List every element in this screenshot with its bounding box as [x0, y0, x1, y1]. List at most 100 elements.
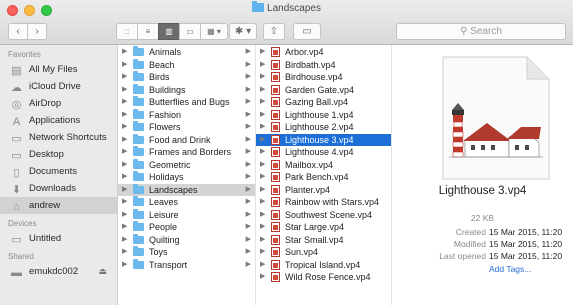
file-icon — [271, 122, 280, 132]
disclosure-arrow-icon: ▶ — [260, 260, 266, 268]
folder-icon — [133, 158, 144, 169]
file-row[interactable]: ▶ Garden Gate.vp4 — [256, 84, 391, 97]
file-row[interactable]: ▶ Lighthouse 3.vp4 — [256, 133, 391, 146]
file-icon — [271, 147, 280, 157]
file-row[interactable]: ▶ Wild Rose Fence.vp4 — [256, 271, 391, 284]
sidebar-item-applications[interactable]: A Applications — [0, 112, 117, 129]
file-icon — [271, 272, 280, 282]
folder-row[interactable]: ▶ Quilting ▶ — [118, 233, 255, 247]
favorites-list: ▤ All My Files ☁ iCloud Drive ◎ AirDrop A Appli… — [0, 61, 117, 214]
arrange-button[interactable]: ▦ ▾ — [200, 23, 228, 40]
sidebar-item-downloads[interactable]: ⬇ Downloads — [0, 180, 117, 197]
disclosure-arrow-icon: ▶ — [260, 160, 266, 168]
file-name: Sun.vp4 — [285, 247, 319, 257]
sidebar-item-icloud-drive[interactable]: ☁ iCloud Drive — [0, 78, 117, 95]
folder-row[interactable]: ▶ Geometric ▶ — [118, 158, 255, 172]
file-row[interactable]: ▶ Lighthouse 4.vp4 — [256, 146, 391, 159]
disk-icon: ▭ — [11, 234, 22, 246]
folder-name: Leisure — [149, 209, 179, 220]
devices-heading: Devices — [8, 219, 37, 228]
search-input[interactable]: ⚲ Search — [396, 23, 566, 40]
sidebar-item-desktop[interactable]: ▭ Desktop — [0, 146, 117, 163]
disclosure-arrow-icon: ▶ — [260, 60, 266, 68]
file-row[interactable]: ▶ Rainbow with Stars.vp4 — [256, 196, 391, 209]
expand-arrow-icon: ▶ — [245, 110, 251, 118]
file-row[interactable]: ▶ Park Bench.vp4 — [256, 171, 391, 184]
column-view-button[interactable]: ▥ — [158, 23, 180, 40]
folder-row[interactable]: ▶ Holidays ▶ — [118, 171, 255, 184]
expand-arrow-icon: ▶ — [245, 98, 251, 105]
sidebar-item-airdrop[interactable]: ◎ AirDrop — [0, 95, 117, 112]
folder-row[interactable]: ▶ Frames and Borders ▶ — [118, 146, 255, 159]
folder-name: Fashion — [149, 109, 182, 120]
folder-row[interactable]: ▶ Leaves ▶ — [118, 196, 255, 209]
expand-arrow-icon: ▶ — [245, 260, 251, 268]
disclosure-arrow-icon: ▶ — [260, 48, 266, 55]
cover-flow-view-button[interactable]: ▭ — [179, 23, 201, 40]
sidebar-item-untitled[interactable]: ▭ Untitled — [0, 230, 117, 247]
sidebar: Favorites ▤ All My Files ☁ iCloud Drive ◎ Air… — [0, 45, 118, 305]
meta-key: Modified — [453, 239, 486, 249]
file-icon — [271, 197, 280, 207]
file-name: Birdhouse.vp4 — [285, 72, 343, 82]
folder-row[interactable]: ▶ Food and Drink ▶ — [118, 133, 255, 147]
file-row[interactable]: ▶ Birdbath.vp4 — [256, 59, 391, 72]
folder-row[interactable]: ▶ Transport ▶ — [118, 258, 255, 272]
disclosure-arrow-icon: ▶ — [122, 210, 128, 218]
sidebar-item-network-shortcuts[interactable]: ▭ Network Shortcuts — [0, 129, 117, 146]
file-row[interactable]: ▶ Birdhouse.vp4 — [256, 71, 391, 84]
file-row[interactable]: ▶ Gazing Ball.vp4 — [256, 96, 391, 109]
file-row[interactable]: ▶ Planter.vp4 — [256, 184, 391, 197]
file-icon — [271, 84, 280, 95]
sidebar-item-andrew[interactable]: ⌂ andrew — [0, 197, 117, 214]
folder-row[interactable]: ▶ Fashion ▶ — [118, 108, 255, 122]
expand-arrow-icon: ▶ — [245, 123, 251, 130]
folder-row[interactable]: ▶ People ▶ — [118, 221, 255, 234]
list-view-button[interactable]: ≡ — [137, 23, 159, 40]
folder-name: Leaves — [149, 197, 179, 207]
folder-row[interactable]: ▶ Butterflies and Bugs ▶ — [118, 96, 255, 109]
sidebar-item-documents[interactable]: ▯ Documents — [0, 163, 117, 180]
folder-name: Toys — [149, 247, 168, 257]
file-row[interactable]: ▶ Southwest Scene.vp4 — [256, 209, 391, 222]
action-gear-button[interactable]: ✱ ▾ — [229, 23, 257, 40]
folder-row[interactable]: ▶ Beach ▶ — [118, 58, 255, 72]
folder-row[interactable]: ▶ Birds ▶ — [118, 71, 255, 84]
folder-row[interactable]: ▶ Flowers ▶ — [118, 121, 255, 134]
forward-button[interactable]: › — [27, 23, 47, 40]
file-icon — [271, 222, 280, 232]
disclosure-arrow-icon: ▶ — [122, 185, 128, 193]
sidebar-item-all-my-files[interactable]: ▤ All My Files — [0, 61, 117, 78]
back-button[interactable]: ‹ — [8, 23, 28, 40]
documents-icon: ▯ — [13, 167, 20, 179]
share-button[interactable]: ⇧ — [263, 23, 285, 40]
file-row[interactable]: ▶ Arbor.vp4 — [256, 46, 391, 59]
disclosure-arrow-icon: ▶ — [260, 73, 266, 80]
folder-row[interactable]: ▶ Landscapes ▶ — [118, 183, 255, 196]
folder-row[interactable]: ▶ Leisure ▶ — [118, 208, 255, 222]
downloads-icon: ⬇ — [11, 184, 22, 196]
file-row[interactable]: ▶ Lighthouse 1.vp4 — [256, 109, 391, 122]
file-icon — [271, 247, 280, 257]
folder-row[interactable]: ▶ Toys ▶ — [118, 246, 255, 259]
folder-icon — [133, 121, 144, 131]
tag-button[interactable]: ▭ — [293, 23, 321, 40]
sidebar-item-label: andrew — [29, 200, 61, 211]
folder-name: Beach — [149, 59, 175, 70]
file-row[interactable]: ▶ Star Small.vp4 — [256, 234, 391, 247]
file-icon — [271, 72, 280, 82]
file-row[interactable]: ▶ Mailbox.vp4 — [256, 159, 391, 172]
file-row[interactable]: ▶ Lighthouse 2.vp4 — [256, 121, 391, 134]
expand-arrow-icon: ▶ — [245, 73, 251, 80]
folder-icon — [252, 1, 265, 12]
add-tags-link[interactable]: Add Tags... — [489, 264, 531, 274]
folder-row[interactable]: ▶ Buildings ▶ — [118, 83, 255, 97]
folder-icon — [133, 258, 144, 269]
file-row[interactable]: ▶ Star Large.vp4 — [256, 221, 391, 234]
file-row[interactable]: ▶ Sun.vp4 — [256, 246, 391, 259]
file-row[interactable]: ▶ Tropical Island.vp4 — [256, 259, 391, 272]
sidebar-item-emukdc002[interactable]: ▬ emukdc002 ⏏ — [0, 263, 117, 280]
icon-view-button[interactable]: :: — [116, 23, 138, 40]
eject-icon[interactable]: ⏏ — [98, 263, 107, 280]
folder-row[interactable]: ▶ Animals ▶ — [118, 46, 255, 59]
